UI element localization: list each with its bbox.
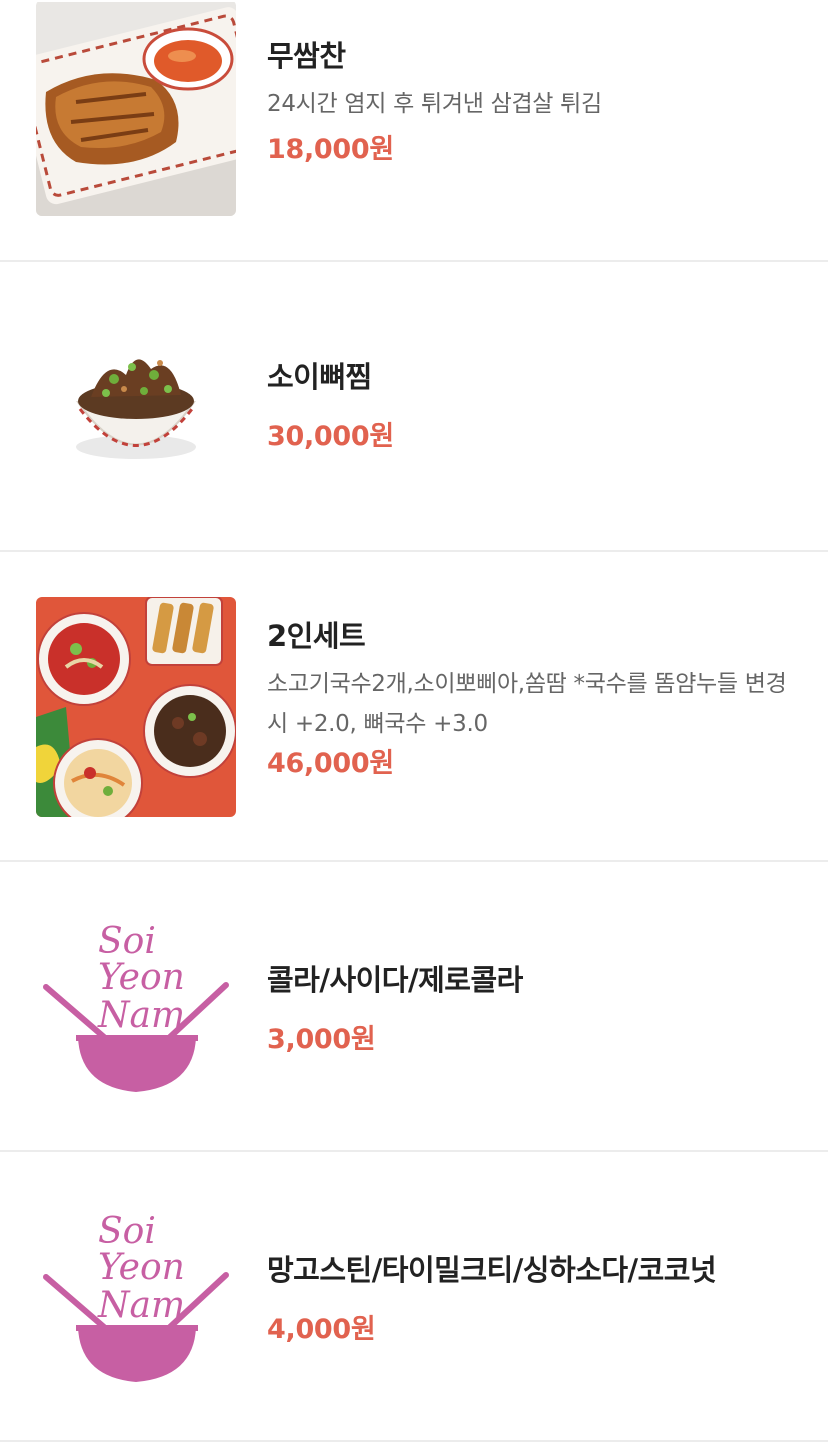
menu-item-name: 무쌈찬 — [267, 39, 346, 73]
logo-text-nam: Nam — [97, 1285, 185, 1326]
logo-text-nam: Nam — [97, 995, 185, 1036]
soi-yeon-nam-logo: Soi Yeon Nam — [36, 1187, 236, 1407]
logo-text-yeon: Yeon — [98, 957, 185, 998]
menu-item-price: 46,000원 — [267, 748, 394, 779]
menu-item-price: 3,000원 — [267, 1024, 376, 1055]
menu-item-description: 24시간 염지 후 튀겨낸 삼겹살 튀김 — [267, 91, 602, 117]
logo-text-soi: Soi — [98, 1211, 156, 1252]
menu-item-price: 4,000원 — [267, 1314, 376, 1345]
menu-list: 무쌈찬 24시간 염지 후 튀겨낸 삼겹살 튀김 18,000원 소이뼈찜 30… — [0, 0, 828, 1442]
fried-pork-belly-photo — [36, 0, 236, 216]
braised-beef-rib-bowl-photo — [36, 297, 236, 517]
logo-text-yeon: Yeon — [98, 1247, 185, 1288]
menu-item-musamchan[interactable]: 무쌈찬 24시간 염지 후 튀겨낸 삼겹살 튀김 18,000원 — [0, 0, 828, 262]
menu-item-name: 2인세트 — [267, 619, 366, 653]
set-meal-photo — [36, 597, 236, 817]
menu-item-price: 30,000원 — [267, 421, 394, 452]
menu-item-name: 망고스틴/타이밀크티/싱하소다/코코넛 — [267, 1253, 717, 1287]
menu-item-mangosteen-thai-milk-tea[interactable]: Soi Yeon Nam 망고스틴/타이밀크티/싱하소다/코코넛 4,000원 — [0, 1152, 828, 1442]
menu-item-description: 소고기국수2개,소이뽀삐아,쏨땀 *국수를 똠얌누들 변경시 +2.0, 뼈국수… — [267, 671, 787, 737]
menu-item-2-person-set[interactable]: 2인세트 소고기국수2개,소이뽀삐아,쏨땀 *국수를 똠얌누들 변경시 +2.0… — [0, 552, 828, 862]
menu-item-soi-ppyeojjim[interactable]: 소이뼈찜 30,000원 — [0, 262, 828, 552]
menu-item-cola-cider[interactable]: Soi Yeon Nam 콜라/사이다/제로콜라 3,000원 — [0, 862, 828, 1152]
logo-text-soi: Soi — [98, 921, 156, 962]
menu-item-price: 18,000원 — [267, 134, 394, 165]
soi-yeon-nam-logo: Soi Yeon Nam — [36, 897, 236, 1117]
menu-item-name: 콜라/사이다/제로콜라 — [267, 963, 523, 997]
menu-item-name: 소이뼈찜 — [267, 360, 372, 394]
